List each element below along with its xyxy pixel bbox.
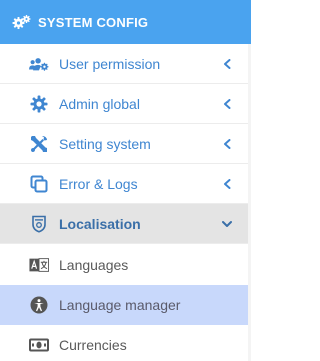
chevron-left-icon: [221, 58, 233, 70]
menu-item-setting-system[interactable]: Setting system: [0, 124, 248, 164]
menu-item-admin-global[interactable]: Admin global: [0, 84, 248, 124]
menu-item-label: Admin global: [59, 95, 140, 112]
submenu-item-languages[interactable]: Languages: [0, 245, 248, 285]
submenu-item-language-manager[interactable]: Language manager: [0, 285, 248, 325]
sidebar-header-title: SYSTEM CONFIG: [38, 14, 149, 30]
tools-icon: [29, 134, 49, 154]
menu-item-label: Localisation: [59, 215, 141, 232]
cogs-icon: [12, 13, 34, 31]
submenu-item-label: Language manager: [59, 297, 181, 313]
chevron-down-icon: [221, 218, 233, 230]
submenu-item-currencies[interactable]: Currencies: [0, 325, 248, 361]
shield-icon: [29, 214, 49, 234]
submenu-item-label: Currencies: [59, 337, 127, 353]
submenu-item-label: Languages: [59, 257, 129, 273]
scrollbar-track[interactable]: [248, 44, 251, 361]
chevron-left-icon: [221, 138, 233, 150]
menu-item-label: Error & Logs: [59, 175, 138, 192]
universal-access-icon: [29, 295, 49, 315]
money-bill-icon: [29, 335, 49, 355]
menu-item-error-logs[interactable]: Error & Logs: [0, 164, 248, 204]
gear-icon: [29, 94, 49, 114]
language-icon: [29, 255, 49, 275]
menu-item-label: User permission: [59, 55, 161, 72]
chevron-left-icon: [221, 178, 233, 190]
menu-item-label: Setting system: [59, 135, 151, 152]
copy-icon: [29, 174, 49, 194]
menu-item-user-permission[interactable]: User permission: [0, 44, 248, 84]
menu-item-localisation[interactable]: Localisation: [0, 204, 248, 244]
users-cog-icon: [29, 54, 49, 74]
chevron-left-icon: [221, 98, 233, 110]
system-config-sidebar: SYSTEM CONFIG User permission Admin glob…: [0, 0, 251, 361]
sidebar-header[interactable]: SYSTEM CONFIG: [0, 0, 251, 44]
